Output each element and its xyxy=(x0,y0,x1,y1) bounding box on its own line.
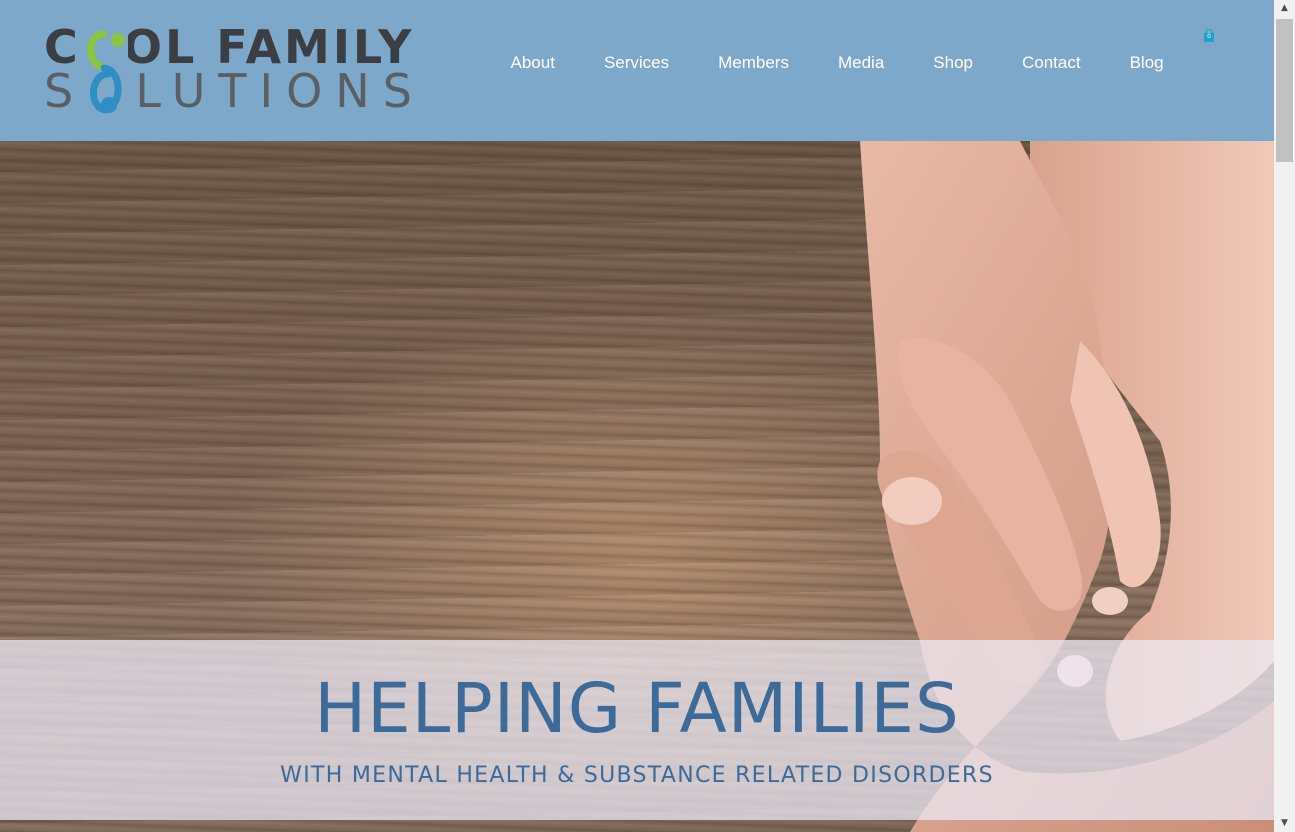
nav-item-services[interactable]: Services xyxy=(579,50,693,76)
page: COOL FAMILY SOLUTIONS About Services Mem… xyxy=(0,0,1274,832)
scrollbar-thumb[interactable] xyxy=(1276,19,1293,162)
scroll-down-arrow-icon[interactable]: ▼ xyxy=(1274,815,1295,832)
cart-count-badge: 0 xyxy=(1207,33,1211,40)
cart-button[interactable]: 0 xyxy=(1202,28,1216,43)
nav-item-contact[interactable]: Contact xyxy=(998,50,1106,76)
nav-item-members[interactable]: Members xyxy=(694,50,814,76)
nav-item-shop[interactable]: Shop xyxy=(909,50,998,76)
site-header: COOL FAMILY SOLUTIONS About Services Mem… xyxy=(0,0,1274,141)
main-nav: About Services Members Media Shop Contac… xyxy=(486,50,1188,76)
hero-section: HELPING FAMILIES WITH MENTAL HEALTH & SU… xyxy=(0,141,1274,832)
nav-item-about[interactable]: About xyxy=(486,50,579,76)
nav-item-media[interactable]: Media xyxy=(813,50,908,76)
nav-item-blog[interactable]: Blog xyxy=(1105,50,1188,76)
scroll-up-arrow-icon[interactable]: ▲ xyxy=(1274,0,1295,17)
hero-subtitle: WITH MENTAL HEALTH & SUBSTANCE RELATED D… xyxy=(280,763,994,788)
hero-title: HELPING FAMILIES xyxy=(314,669,960,749)
site-logo[interactable]: COOL FAMILY SOLUTIONS xyxy=(44,22,424,120)
logo-figure-icon xyxy=(80,28,128,116)
vertical-scrollbar[interactable]: ▲ ▼ xyxy=(1274,0,1295,832)
